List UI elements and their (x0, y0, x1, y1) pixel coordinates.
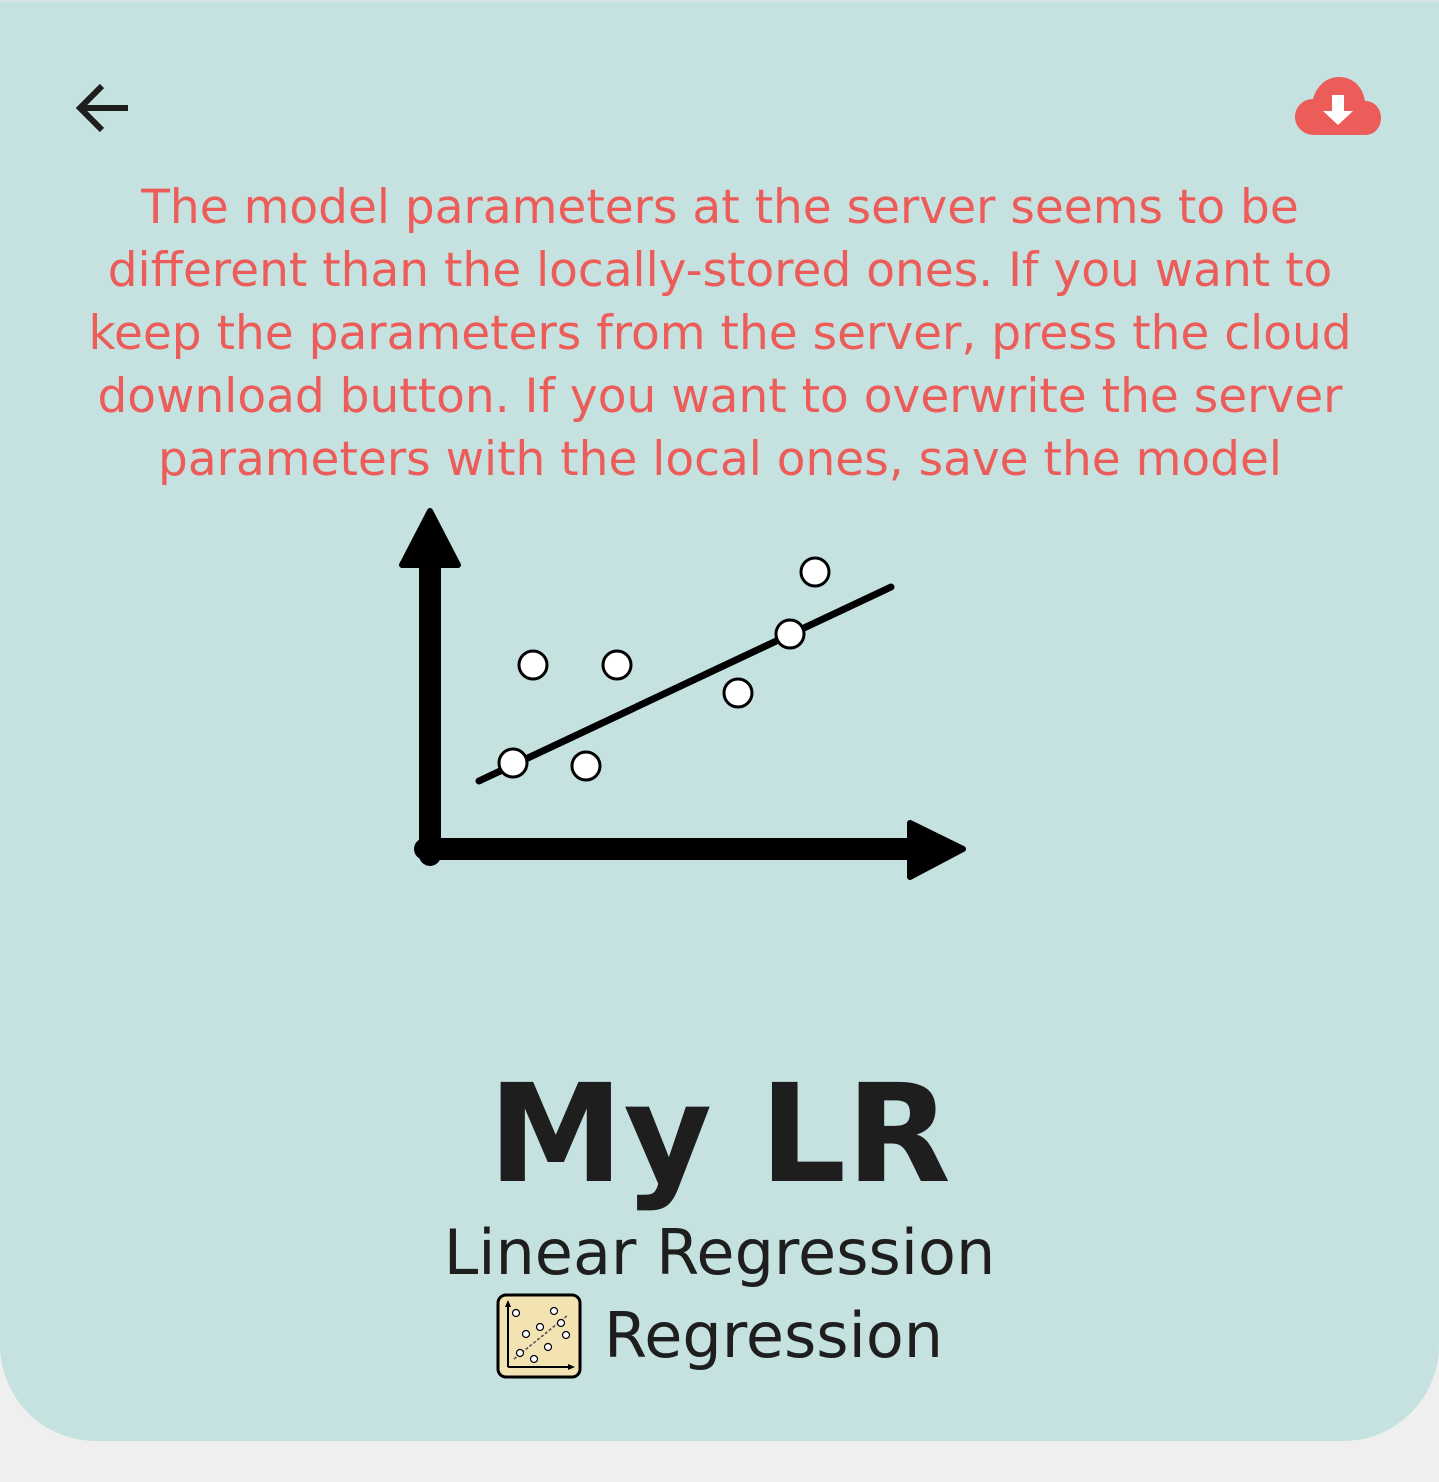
back-button[interactable] (62, 68, 142, 148)
parameters-mismatch-warning: The model parameters at the server seems… (88, 180, 1352, 487)
model-card: The model parameters at the server seems… (0, 0, 1439, 1441)
model-type: Linear Regression (443, 1216, 996, 1289)
data-point (517, 649, 549, 681)
x-axis-arrow (414, 820, 966, 880)
arrow-left-icon (75, 83, 128, 133)
regression-line (475, 583, 895, 785)
cloud-download-button[interactable] (1288, 66, 1388, 146)
data-point (497, 747, 529, 779)
data-point (570, 750, 602, 782)
model-category-label: Regression (603, 1299, 944, 1372)
data-point (774, 618, 806, 650)
data-point (799, 556, 831, 588)
cloud-download-icon (1295, 77, 1381, 135)
regression-chart-icon (496, 1293, 582, 1379)
model-name: My LR (488, 1056, 951, 1214)
y-axis-arrow (399, 508, 461, 866)
data-point (722, 677, 754, 709)
linear-regression-illustration (399, 508, 966, 880)
data-point (601, 649, 633, 681)
model-category: Regression (0, 1292, 1439, 1380)
